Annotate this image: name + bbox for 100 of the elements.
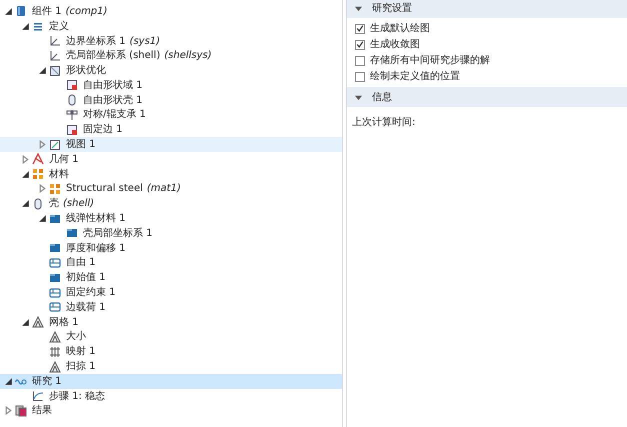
boundary-icon bbox=[49, 256, 61, 269]
collapse-icon[interactable] bbox=[38, 214, 47, 224]
tree-label: 自由 1 bbox=[66, 256, 96, 270]
tree-label: 步骤 1: 稳态 bbox=[49, 390, 106, 404]
tree-item[interactable]: 步骤 1: 稳态 bbox=[0, 388, 342, 404]
tree-label: 研究 1 bbox=[32, 374, 62, 389]
tree-label: 组件 1 bbox=[32, 4, 62, 19]
expand-icon[interactable] bbox=[38, 140, 47, 150]
tree-item[interactable]: 壳 (shell) bbox=[0, 196, 342, 212]
geometry-icon bbox=[32, 153, 44, 166]
tree-item[interactable]: 固定边 1 bbox=[0, 122, 342, 138]
tree-item[interactable]: 材料 bbox=[0, 166, 342, 182]
tree-item[interactable]: 映射 1 bbox=[0, 344, 342, 360]
tree-label: 映射 1 bbox=[66, 344, 96, 360]
tree-item[interactable]: 对称/辊支承 1 bbox=[0, 108, 342, 122]
tree-label: 自由形状壳 1 bbox=[83, 94, 143, 108]
tree-item[interactable]: 定义 bbox=[0, 18, 342, 34]
section-title: 信息 bbox=[372, 90, 392, 104]
material-icon bbox=[32, 168, 44, 180]
cube-icon bbox=[15, 5, 27, 18]
tree-label: 边载荷 1 bbox=[66, 300, 106, 315]
collapse-icon[interactable] bbox=[21, 170, 30, 179]
tree-item[interactable]: 自由 1 bbox=[0, 256, 342, 270]
folder-icon bbox=[49, 272, 61, 284]
collapse-icon[interactable] bbox=[4, 6, 13, 16]
checkbox[interactable] bbox=[355, 56, 365, 66]
tree-label: 大小 bbox=[66, 330, 86, 344]
tree-item[interactable]: 厚度和偏移 1 bbox=[0, 240, 342, 256]
tree-item[interactable]: 自由形状域 1 bbox=[0, 78, 342, 93]
tree-item[interactable]: 几何 1 bbox=[0, 152, 342, 167]
tree-label: 视图 1 bbox=[66, 138, 96, 152]
boundary-icon bbox=[49, 301, 61, 314]
tree-label: 初始值 1 bbox=[66, 270, 106, 286]
tree-item[interactable]: 壳局部坐标系 1 bbox=[0, 226, 342, 241]
triangle-icon bbox=[49, 330, 61, 343]
tree-tag: (shell) bbox=[63, 196, 94, 212]
tree-item[interactable]: 固定约束 1 bbox=[0, 285, 342, 300]
step-icon bbox=[32, 390, 44, 402]
tree-item[interactable]: Structural steel (mat1) bbox=[0, 182, 342, 196]
tree-tag: (shellsys) bbox=[164, 48, 212, 64]
results-icon bbox=[15, 404, 27, 417]
tree-label: 定义 bbox=[49, 20, 69, 34]
expand-icon[interactable] bbox=[4, 406, 13, 416]
tree-label: 形状优化 bbox=[66, 64, 106, 78]
checkbox[interactable] bbox=[355, 72, 365, 82]
collapse-icon[interactable] bbox=[355, 4, 362, 12]
folder-icon bbox=[49, 242, 61, 254]
tree-item[interactable]: 大小 bbox=[0, 330, 342, 344]
symmetry-icon bbox=[66, 108, 78, 121]
tree-label: 壳局部坐标系 (shell) bbox=[66, 48, 160, 64]
tree-label: 对称/辊支承 1 bbox=[83, 108, 146, 122]
tree-item[interactable]: 结果 bbox=[0, 404, 342, 418]
square-icon bbox=[49, 64, 61, 77]
expand-icon[interactable] bbox=[21, 154, 30, 164]
expand-icon[interactable] bbox=[38, 184, 47, 194]
tree-label: 自由形状域 1 bbox=[83, 78, 143, 93]
boundary-icon bbox=[49, 286, 61, 299]
tree-label: 边界坐标系 1 bbox=[66, 34, 126, 48]
tree-label: 固定边 1 bbox=[83, 122, 123, 138]
tree-item[interactable]: 线弹性材料 1 bbox=[0, 211, 342, 226]
tree-item[interactable]: 组件 1 (comp1) bbox=[0, 4, 342, 19]
view-icon bbox=[49, 138, 61, 151]
collapse-icon[interactable] bbox=[38, 66, 47, 76]
section-header[interactable]: 研究设置 bbox=[347, 0, 627, 18]
info-text: 上次计算时间: bbox=[351, 116, 416, 130]
tree-label: 线弹性材料 1 bbox=[66, 212, 126, 226]
square-icon bbox=[66, 124, 78, 136]
axes-icon bbox=[49, 50, 61, 62]
checkbox-label: 绘制未定义值的位置 bbox=[370, 70, 460, 84]
tree-item[interactable]: 网格 1 bbox=[0, 314, 342, 330]
tree-item[interactable]: 研究 1 bbox=[0, 374, 342, 389]
tree-item[interactable]: 边载荷 1 bbox=[0, 300, 342, 315]
folder-icon bbox=[49, 212, 61, 225]
tree-item[interactable]: 壳局部坐标系 (shell) (shellsys) bbox=[0, 48, 342, 64]
tree-item[interactable]: 自由形状壳 1 bbox=[0, 92, 342, 108]
tree-tag: (sys1) bbox=[130, 34, 160, 48]
tree-tag: (comp1) bbox=[66, 4, 108, 19]
collapse-icon[interactable] bbox=[21, 199, 30, 208]
section-title: 研究设置 bbox=[372, 2, 412, 16]
tree-item[interactable]: 扫掠 1 bbox=[0, 359, 342, 374]
tree-label: 扫掠 1 bbox=[66, 360, 96, 374]
material-icon bbox=[49, 182, 61, 195]
collapse-icon[interactable] bbox=[4, 376, 13, 386]
square-icon bbox=[66, 79, 78, 92]
section-header[interactable]: 信息 bbox=[347, 87, 627, 107]
collapse-icon[interactable] bbox=[21, 318, 30, 327]
collapse-icon[interactable] bbox=[21, 22, 30, 31]
collapse-icon[interactable] bbox=[355, 94, 362, 100]
folder-icon bbox=[66, 227, 78, 240]
tree-item[interactable]: 形状优化 bbox=[0, 63, 342, 78]
tree-tag: (mat1) bbox=[146, 181, 181, 196]
checkbox[interactable] bbox=[355, 24, 365, 34]
tree-label: 厚度和偏移 1 bbox=[66, 242, 126, 256]
triangle-icon bbox=[32, 316, 44, 328]
tree-item[interactable]: 边界坐标系 1 (sys1) bbox=[0, 34, 342, 48]
checkbox[interactable] bbox=[355, 40, 365, 50]
tree-item[interactable]: 视图 1 bbox=[0, 137, 342, 152]
triangle-icon bbox=[49, 360, 61, 373]
tree-item[interactable]: 初始值 1 bbox=[0, 270, 342, 286]
checkbox-label: 生成默认绘图 bbox=[370, 22, 430, 36]
